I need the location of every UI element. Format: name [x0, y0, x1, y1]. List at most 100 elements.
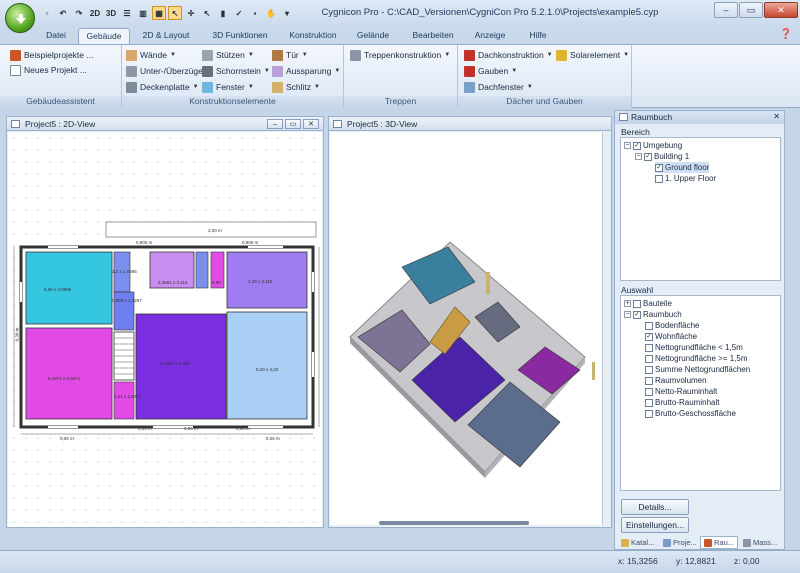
new-file-icon[interactable]: ▫: [40, 6, 54, 20]
tree-item[interactable]: Netto-Rauminhalt: [645, 386, 717, 397]
drawing-canvas-2d[interactable]: 6,95 x 3,9695 2,3681 x 3,116 4,20 x 3,11…: [8, 132, 322, 527]
title-bar: ▫ ↶ ↷ 2D 3D ☰ ▥ ▦ ↖ ✢ ↖ ▮ ✓ ▪ ✋ ▾ Cygnic…: [0, 0, 800, 28]
stuetzen-button[interactable]: Stützen ▼: [202, 48, 254, 62]
minimize-button[interactable]: –: [714, 2, 738, 18]
group-treppen: Treppenkonstruktion ▼ Treppen: [344, 45, 458, 108]
maximize-button[interactable]: ▭: [739, 2, 763, 18]
tab-2d-layout[interactable]: 2D & Layout: [134, 28, 198, 44]
measure-icon[interactable]: ✢: [184, 6, 198, 20]
tab-hilfe[interactable]: Hilfe: [518, 28, 558, 44]
tree-item[interactable]: − ✓ Raumbuch: [624, 309, 682, 320]
treppenkonstruktion-button[interactable]: Treppenkonstruktion ▼: [350, 48, 450, 62]
tab-projekt[interactable]: Proje...: [660, 536, 700, 549]
grid-icon[interactable]: ▦: [152, 6, 166, 20]
room-stair-strip: [195, 251, 209, 289]
vertical-scrollbar[interactable]: [602, 132, 611, 525]
wall-icon: [126, 49, 137, 61]
tab-raumbuch[interactable]: Rau...: [700, 536, 739, 549]
auswahl-tree[interactable]: + Bauteile − ✓ Raumbuch Bodenfläche ✓ Wohnfl…: [620, 295, 781, 491]
dormer-icon: [464, 65, 475, 77]
tab-konstruktion[interactable]: Konstruktion: [282, 28, 344, 44]
group-label: Treppen: [344, 96, 457, 108]
render-canvas-3d[interactable]: [330, 132, 602, 525]
view-2d-window: Project5 : 2D-View – ▭ ✕ 6,95 x 3,9695 2…: [6, 116, 324, 528]
tab-mass[interactable]: Mass...: [740, 536, 780, 549]
tree-item[interactable]: ✓ Wohnfläche: [645, 331, 697, 342]
tab-3d-funktionen[interactable]: 3D Funktionen: [202, 28, 278, 44]
help-icon[interactable]: ❓: [780, 29, 792, 40]
view-2d-icon[interactable]: 2D: [88, 6, 102, 20]
hand-icon[interactable]: ✋: [264, 6, 278, 20]
view-2d-minimize[interactable]: –: [267, 119, 283, 129]
details-button[interactable]: Details...: [621, 499, 689, 515]
beispielprojekte-button[interactable]: Beispielprojekte ...: [10, 48, 93, 62]
tree-item[interactable]: Summe Nettogrundflächen: [645, 364, 750, 375]
tab-datei[interactable]: Datei: [36, 28, 76, 44]
fenster-button[interactable]: Fenster ▼: [202, 80, 254, 94]
dachkonstruktion-button[interactable]: Dachkonstruktion ▼: [464, 48, 553, 62]
tree-item[interactable]: Brutto-Rauminhalt: [645, 397, 719, 408]
chimney-3d: [486, 272, 490, 294]
camera-icon[interactable]: ▪: [248, 6, 262, 20]
room-label: 5,1871 x 5,6671: [48, 376, 81, 381]
tree-item[interactable]: Nettogrundfläche >= 1,5m: [645, 353, 748, 364]
tab-gebaeude[interactable]: Gebäude: [78, 28, 130, 44]
tree-item-selected[interactable]: ✓ Ground floor: [655, 162, 710, 173]
view-2d-title: Project5 : 2D-View: [25, 119, 96, 129]
view-2d-close[interactable]: ✕: [303, 119, 319, 129]
tuer-button[interactable]: Tür ▼: [272, 48, 308, 62]
roof-window-icon: [464, 81, 475, 93]
waende-button[interactable]: Wände ▼: [126, 48, 176, 62]
paint-icon[interactable]: ▮: [216, 6, 230, 20]
group-label: Dächer und Gauben: [458, 96, 631, 108]
ribbon-tabs: Datei Gebäude 2D & Layout 3D Funktionen …: [0, 28, 800, 44]
chimney-icon: [202, 65, 213, 77]
unterzuege-button[interactable]: Unter-/Überzüge▼: [126, 64, 212, 78]
dimension-label: 0,06 m: [266, 436, 280, 441]
deckenplatte-button[interactable]: Deckenplatte ▼: [126, 80, 199, 94]
panel-close-icon[interactable]: ✕: [773, 112, 780, 121]
horizontal-scrollbar[interactable]: [379, 521, 529, 525]
close-button[interactable]: ✕: [764, 2, 798, 18]
split-vertical-icon[interactable]: ▥: [136, 6, 150, 20]
view-2d-restore[interactable]: ▭: [285, 119, 301, 129]
schlitz-button[interactable]: Schlitz ▼: [272, 80, 320, 94]
room-label: 1,2 x 1,0695: [112, 269, 137, 274]
tree-item[interactable]: 1. Upper Floor: [655, 173, 716, 184]
schornstein-button[interactable]: Schornstein ▼: [202, 64, 270, 78]
snap-icon[interactable]: ✓: [232, 6, 246, 20]
tab-gelaende[interactable]: Gelände: [348, 28, 398, 44]
tree-item[interactable]: Brutto-Geschossfläche: [645, 408, 736, 419]
dachfenster-button[interactable]: Dachfenster ▼: [464, 80, 533, 94]
tree-item[interactable]: Nettogrundfläche < 1,5m: [645, 342, 743, 353]
tree-item[interactable]: Bodenfläche: [645, 320, 699, 331]
tree-item[interactable]: − ✓ Building 1: [635, 151, 689, 162]
tab-katalog[interactable]: Katal...: [618, 536, 657, 549]
panel-icon: [619, 113, 628, 121]
tab-bearbeiten[interactable]: Bearbeiten: [404, 28, 462, 44]
customize-qat-icon[interactable]: ▾: [280, 6, 294, 20]
split-horizontal-icon[interactable]: ☰: [120, 6, 134, 20]
tree-item[interactable]: + Bauteile: [624, 298, 672, 309]
gauben-button[interactable]: Gauben ▼: [464, 64, 517, 78]
select-cursor-icon[interactable]: ↖: [168, 6, 182, 20]
raumbuch-panel: Raumbuch ✕ Bereich − ✓ Umgebung − ✓ Building…: [614, 110, 785, 550]
application-menu-button[interactable]: [5, 3, 35, 33]
undo-icon[interactable]: ↶: [56, 6, 70, 20]
tree-item[interactable]: − ✓ Umgebung: [624, 140, 682, 151]
neues-projekt-button[interactable]: Neues Projekt ...: [10, 63, 87, 77]
tree-item[interactable]: Raumvolumen: [645, 375, 707, 386]
dimension-label: 0,30 m: [14, 327, 20, 342]
floorplan-2d: [13, 221, 320, 435]
aussparung-button[interactable]: Aussparung ▼: [272, 64, 340, 78]
tab-anzeige[interactable]: Anzeige: [466, 28, 514, 44]
post-3d: [592, 362, 595, 380]
project-icon: [663, 538, 671, 547]
bereich-tree[interactable]: − ✓ Umgebung − ✓ Building 1 ✓ Ground floor 1.…: [620, 137, 781, 281]
redo-icon[interactable]: ↷: [72, 6, 86, 20]
pointer-icon[interactable]: ↖: [200, 6, 214, 20]
solarelement-button[interactable]: Solarelement ▼: [556, 48, 629, 62]
ribbon: Beispielprojekte ... Neues Projekt ... G…: [0, 44, 800, 108]
view-3d-icon[interactable]: 3D: [104, 6, 118, 20]
einstellungen-button[interactable]: Einstellungen...: [621, 517, 689, 533]
